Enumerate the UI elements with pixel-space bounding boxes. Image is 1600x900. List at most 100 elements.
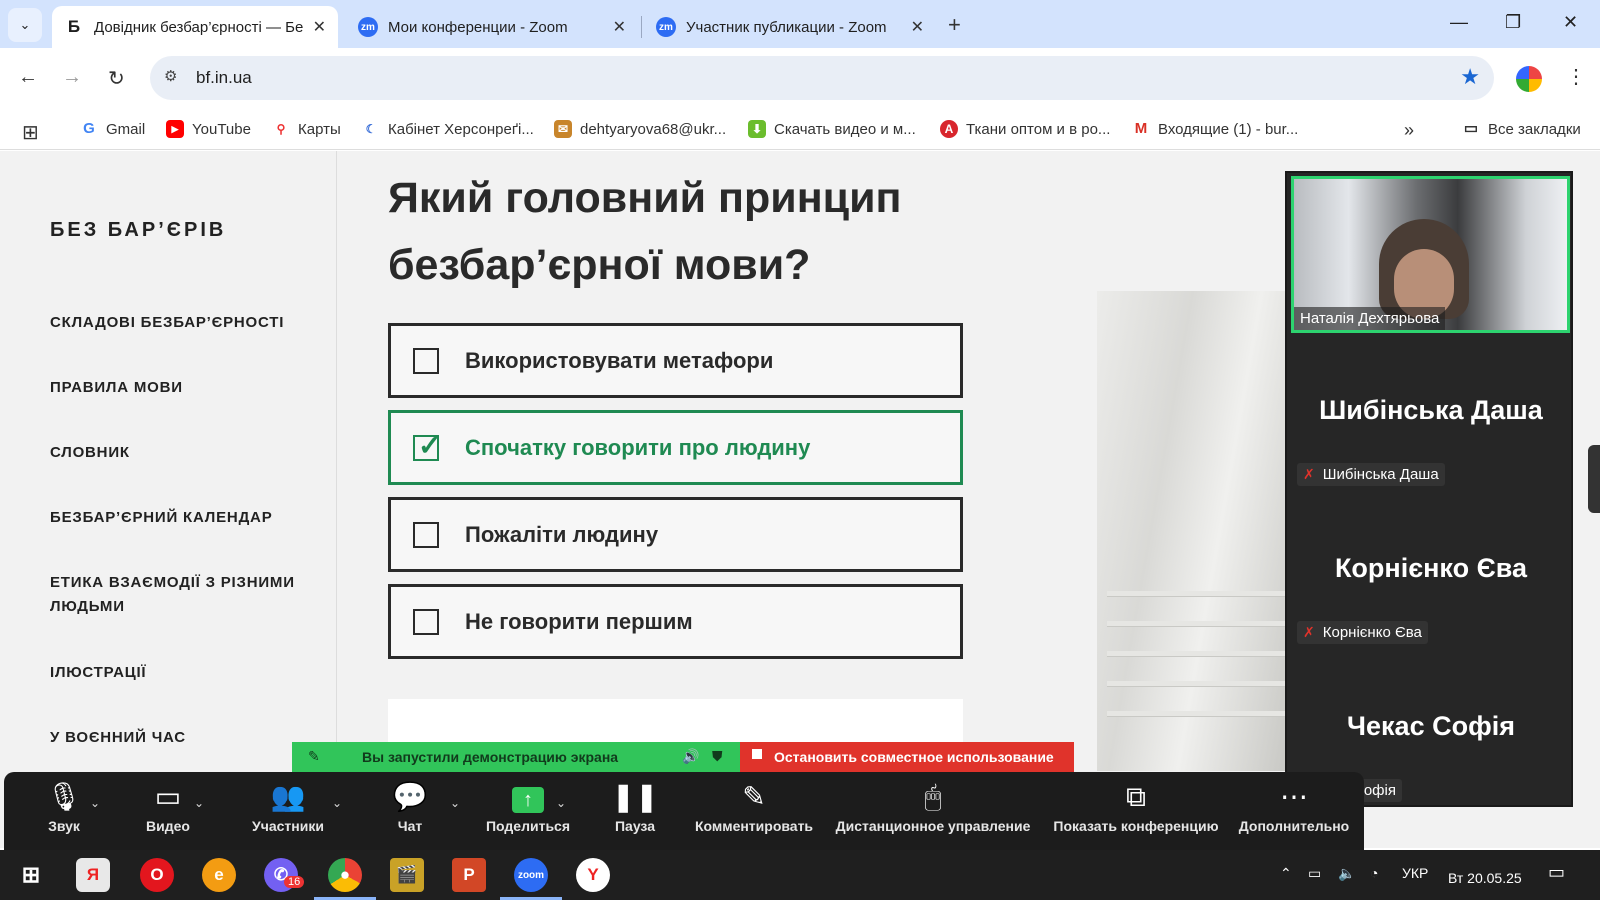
video-editor-icon[interactable]: 🎬	[390, 858, 424, 892]
yandex-browser-icon[interactable]: Я	[76, 858, 110, 892]
option-label: Пожаліти людину	[465, 521, 659, 547]
tab-zoom-conferences[interactable]: zm Мои конференции - Zoom ✕	[346, 6, 638, 48]
edge-legacy-icon[interactable]: e	[202, 858, 236, 892]
site-logo[interactable]: БЕЗ БАР’ЄРІВ	[50, 219, 226, 242]
quiz-option-1[interactable]: Використовувати метафори	[388, 323, 963, 398]
nav-dictionary[interactable]: СЛОВНИК	[50, 441, 310, 465]
checkbox[interactable]	[413, 608, 439, 635]
bookmark-star-icon[interactable]: ★	[1460, 64, 1480, 90]
remote-control-button[interactable]: 🖱 Дистанционное управление	[830, 772, 1036, 850]
notifications-icon[interactable]: ▭	[1548, 862, 1565, 883]
participant-tile-name[interactable]: Корнієнко Єва	[1287, 553, 1575, 584]
audio-button[interactable]: 🎙 Звук	[38, 772, 90, 850]
audio-options-chevron-icon[interactable]: ⌄	[90, 796, 100, 810]
bookmark-fabrics[interactable]: A Ткани оптом и в ро...	[940, 120, 1110, 138]
share-button[interactable]: ↑ Поделиться	[486, 772, 570, 850]
tab-search-dropdown[interactable]: ⌄	[8, 8, 42, 42]
yandex-icon[interactable]: Y	[576, 858, 610, 892]
quiz-option-3[interactable]: Пожаліти людину	[388, 497, 963, 572]
mic-muted-icon: ✗	[1303, 466, 1315, 482]
share-status-text: Вы запустили демонстрацию экрана	[362, 749, 619, 765]
participants-options-chevron-icon[interactable]: ⌄	[332, 796, 342, 810]
show-meeting-button[interactable]: ⧉ Показать конференцию	[1048, 772, 1224, 850]
site-info-icon[interactable]: ⚙	[164, 67, 177, 85]
new-tab-button[interactable]: +	[948, 12, 961, 38]
nav-language-rules[interactable]: ПРАВИЛА МОВИ	[50, 376, 310, 400]
profile-avatar[interactable]	[1516, 66, 1542, 92]
chrome-icon[interactable]: ●	[328, 858, 362, 892]
opera-icon[interactable]: O	[140, 858, 174, 892]
reload-icon[interactable]: ↻	[108, 66, 125, 91]
speaker-icon[interactable]: 🔊	[682, 748, 699, 765]
language-indicator[interactable]: УКР	[1402, 865, 1428, 881]
url-text[interactable]: bf.in.ua	[196, 68, 252, 88]
nav-calendar[interactable]: БЕЗБАР’ЄРНИЙ КАЛЕНДАР	[50, 506, 310, 530]
zoom-favicon-icon: zm	[656, 17, 676, 37]
zoom-favicon-icon: zm	[358, 17, 378, 37]
folder-icon: ▭	[1462, 120, 1480, 138]
books-photo	[1097, 291, 1287, 771]
chat-button[interactable]: 💬 Чат	[390, 772, 430, 850]
chat-options-chevron-icon[interactable]: ⌄	[450, 796, 460, 810]
all-bookmarks[interactable]: ▭ Все закладки	[1462, 120, 1581, 138]
tab-zoom-participant[interactable]: zm Участник публикации - Zoom ✕	[644, 6, 936, 48]
bookmark-kherson-cabinet[interactable]: ☾ Кабінет Херсонреґі...	[362, 120, 534, 138]
menu-icon[interactable]: ⋮	[1566, 64, 1586, 89]
bookmark-gmail-inbox[interactable]: M Входящие (1) - bur...	[1132, 120, 1298, 138]
tab-accessibility-guide[interactable]: Б Довідник безбар’єрності — Бе ✕	[52, 6, 338, 48]
speaker-video[interactable]: Наталія Дехтярьова	[1291, 176, 1570, 333]
back-icon[interactable]: ←	[18, 66, 38, 89]
participants-button[interactable]: 👥 Участники	[248, 772, 328, 850]
checkbox[interactable]	[413, 521, 439, 548]
annotate-button[interactable]: ✎ Комментировать	[690, 772, 818, 850]
bookmark-youtube[interactable]: ▶ YouTube	[166, 120, 251, 138]
apps-grid-icon[interactable]: ⊞	[22, 120, 39, 145]
quiz-option-2[interactable]: ✓ Спочатку говорити про людину	[388, 410, 963, 485]
bookmark-ukrnet-mail[interactable]: ✉ dehtyaryova68@ukr...	[554, 120, 726, 138]
nav-wartime[interactable]: У ВОЄННИЙ ЧАС	[50, 726, 310, 750]
nav-components[interactable]: СКЛАДОВІ БЕЗБАР’ЄРНОСТІ	[50, 311, 310, 335]
zoom-app-icon[interactable]: zoom	[514, 858, 548, 892]
meeting-window-icon: ⧉	[1126, 781, 1146, 812]
network-icon[interactable]: ◔	[1370, 865, 1378, 881]
more-dots-icon: ⋯	[1280, 781, 1308, 812]
nav-illustrations[interactable]: ІЛЮСТРАЦІЇ	[50, 661, 310, 685]
video-options-chevron-icon[interactable]: ⌄	[194, 796, 204, 810]
chat-icon: 💬	[392, 781, 428, 812]
pause-share-button[interactable]: ❚❚ Пауза	[612, 772, 659, 850]
more-button[interactable]: ⋯ Дополнительно	[1234, 772, 1354, 850]
windows-start-icon[interactable]: ⊞	[14, 858, 48, 892]
chevron-down-icon: ⌄	[19, 17, 31, 32]
pin-icon[interactable]: ✎	[308, 748, 320, 765]
close-tab-icon[interactable]: ✕	[313, 17, 326, 37]
clock-date[interactable]: Вт 20.05.25	[1448, 870, 1522, 886]
powerpoint-icon[interactable]: P	[452, 858, 486, 892]
speaker-name: Наталія Дехтярьова	[1294, 307, 1446, 330]
stop-share-button[interactable]: Остановить совместное использование	[740, 742, 1074, 772]
checkbox[interactable]	[413, 347, 439, 374]
camera-icon: ▭	[154, 781, 182, 812]
bookmark-download-video[interactable]: ⬇ Скачать видео и м...	[748, 120, 916, 138]
maps-pin-icon: ⚲	[272, 120, 290, 138]
close-tab-icon[interactable]: ✕	[911, 17, 924, 37]
checkbox-checked[interactable]: ✓	[413, 430, 441, 461]
bookmark-maps[interactable]: ⚲ Карты	[272, 120, 341, 138]
close-window-icon[interactable]: ✕	[1563, 12, 1578, 33]
volume-icon[interactable]: 🔈	[1338, 865, 1355, 882]
participant-tile-name[interactable]: Шибінська Даша	[1287, 395, 1575, 426]
nav-ethics[interactable]: ЕТИКА ВЗАЄМОДІЇ З РІЗНИМИ ЛЮДЬМИ	[50, 571, 310, 619]
minimize-icon[interactable]: —	[1450, 12, 1468, 33]
battery-icon[interactable]: ▭	[1308, 865, 1321, 882]
bookmark-gmail[interactable]: G Gmail	[80, 120, 145, 138]
more-bookmarks-icon[interactable]: »	[1404, 120, 1414, 141]
share-options-chevron-icon[interactable]: ⌄	[556, 796, 566, 810]
address-bar[interactable]: ⚙ bf.in.ua ★	[150, 56, 1494, 100]
page-scrollbar[interactable]	[1588, 445, 1600, 513]
close-tab-icon[interactable]: ✕	[613, 17, 626, 37]
tray-chevron-icon[interactable]: ⌃	[1280, 865, 1292, 882]
restore-icon[interactable]: ❐	[1505, 12, 1521, 33]
forward-icon[interactable]: →	[62, 66, 82, 89]
quiz-option-4[interactable]: Не говорити першим	[388, 584, 963, 659]
video-button[interactable]: ▭ Видео	[138, 772, 198, 850]
participant-tile-name[interactable]: Чекас Софія	[1287, 711, 1575, 742]
